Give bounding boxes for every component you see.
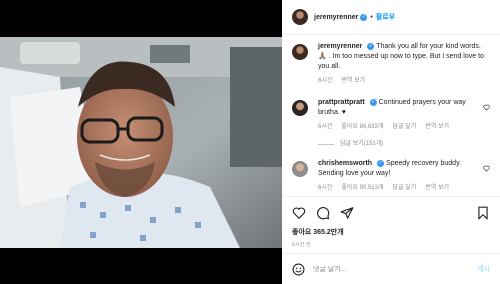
- comment: prattprattpratt ✓ Continued prayers your …: [292, 98, 490, 149]
- comment-icon[interactable]: [316, 206, 330, 220]
- post-photo-panel: [0, 0, 282, 284]
- add-comment-bar: 게시: [282, 253, 500, 284]
- verified-badge-icon: ✓: [369, 98, 377, 106]
- bookmark-icon[interactable]: [476, 206, 490, 220]
- like-comment-heart-icon[interactable]: [483, 165, 490, 172]
- like-comment-heart-icon[interactable]: [483, 104, 490, 111]
- comment-time[interactable]: 6시간: [318, 76, 332, 86]
- comment-username[interactable]: prattprattpratt: [318, 99, 365, 106]
- heart-icon[interactable]: [292, 206, 306, 220]
- view-replies-label: 답글 보기(151개): [340, 141, 384, 147]
- post-header: jeremyrenner ✓ • 팔로우: [282, 0, 500, 35]
- verified-badge-icon: ✓: [360, 13, 368, 21]
- verified-badge-icon: ✓: [367, 42, 375, 50]
- comments-list: jeremyrenner ✓ Thank you all for your kin…: [282, 36, 500, 193]
- comment-meta: 6시간 번역 보기: [318, 76, 488, 86]
- translate-button[interactable]: 번역 보기: [341, 76, 365, 86]
- header-username[interactable]: jeremyrenner: [314, 14, 358, 21]
- separator: •: [370, 13, 373, 21]
- post-sidebar: jeremyrenner ✓ • 팔로우 jeremyrenner ✓ Thank…: [282, 0, 500, 284]
- comment-likes[interactable]: 좋아요 86,633개: [341, 122, 383, 132]
- action-icons: [292, 205, 490, 221]
- post-actions: 좋아요 365.2만개 6시간 전: [282, 196, 500, 248]
- comment-time[interactable]: 6시간: [318, 122, 332, 132]
- comment: chrishemsworth ✓ Speedy recovery buddy. S…: [292, 159, 490, 193]
- post-photo[interactable]: [0, 37, 282, 248]
- emoji-icon[interactable]: [292, 263, 305, 276]
- likes-count[interactable]: 좋아요 365.2만개: [292, 227, 490, 237]
- reply-button[interactable]: 답글 달기: [393, 183, 417, 193]
- comment-username[interactable]: chrishemsworth: [318, 160, 372, 167]
- avatar[interactable]: [292, 161, 308, 177]
- follow-button[interactable]: 팔로우: [376, 12, 395, 22]
- comment-likes[interactable]: 좋아요 90,513개: [341, 183, 383, 193]
- verified-badge-icon: ✓: [377, 159, 385, 167]
- view-replies-button[interactable]: 답글 보기(151개): [318, 139, 488, 149]
- avatar[interactable]: [292, 9, 308, 25]
- caption: jeremyrenner ✓ Thank you all for your kin…: [292, 42, 490, 86]
- translate-button[interactable]: 번역 보기: [425, 183, 449, 193]
- post-timestamp: 6시간 전: [292, 242, 311, 248]
- avatar[interactable]: [292, 100, 308, 116]
- comment-time[interactable]: 6시간: [318, 183, 332, 193]
- share-icon[interactable]: [340, 206, 354, 220]
- translate-button[interactable]: 번역 보기: [425, 122, 449, 132]
- replies-divider: [318, 143, 334, 145]
- comment-meta: 6시간 좋아요 90,513개 답글 달기 번역 보기: [318, 183, 488, 193]
- post-comment-button[interactable]: 게시: [477, 264, 490, 274]
- reply-button[interactable]: 답글 달기: [393, 122, 417, 132]
- comment-meta: 6시간 좋아요 86,633개 답글 달기 번역 보기: [318, 122, 488, 132]
- comment-username[interactable]: jeremyrenner: [318, 43, 362, 50]
- comment-input[interactable]: [313, 265, 478, 273]
- avatar[interactable]: [292, 44, 308, 60]
